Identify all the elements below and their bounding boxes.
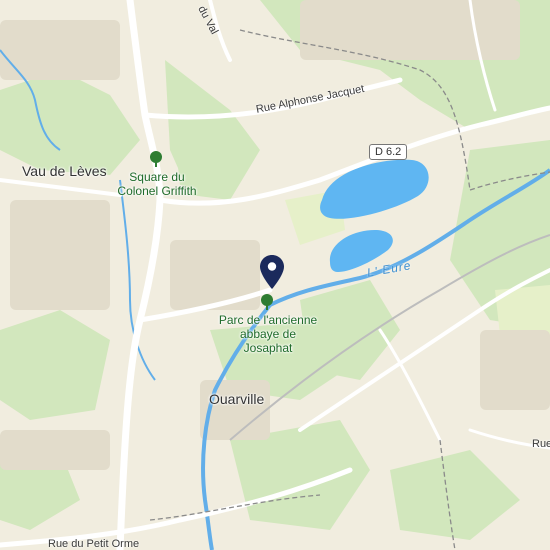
tree-icon [261,294,273,310]
location-pin-icon[interactable] [260,255,284,289]
park-label-abbaye-josaphat[interactable]: Parc de l'ancienne abbaye de Josaphat [212,313,324,355]
street-label-rue-du-petit-orme: Rue du Petit Orme [48,538,140,550]
map-canvas[interactable]: du Val Rue Alphonse Jacquet Rue du Petit… [0,0,550,550]
place-label-vau-de-leves: Vau de Lèves [22,163,107,179]
place-label-ouarville: Ouarville [209,391,265,407]
tree-icon [150,151,162,167]
park-label-square-colonel-griffith[interactable]: Square du Colonel Griffith [112,170,202,198]
street-label-rue-edge: Rue [532,438,550,450]
road-shield-d62: D 6.2 [369,144,408,160]
